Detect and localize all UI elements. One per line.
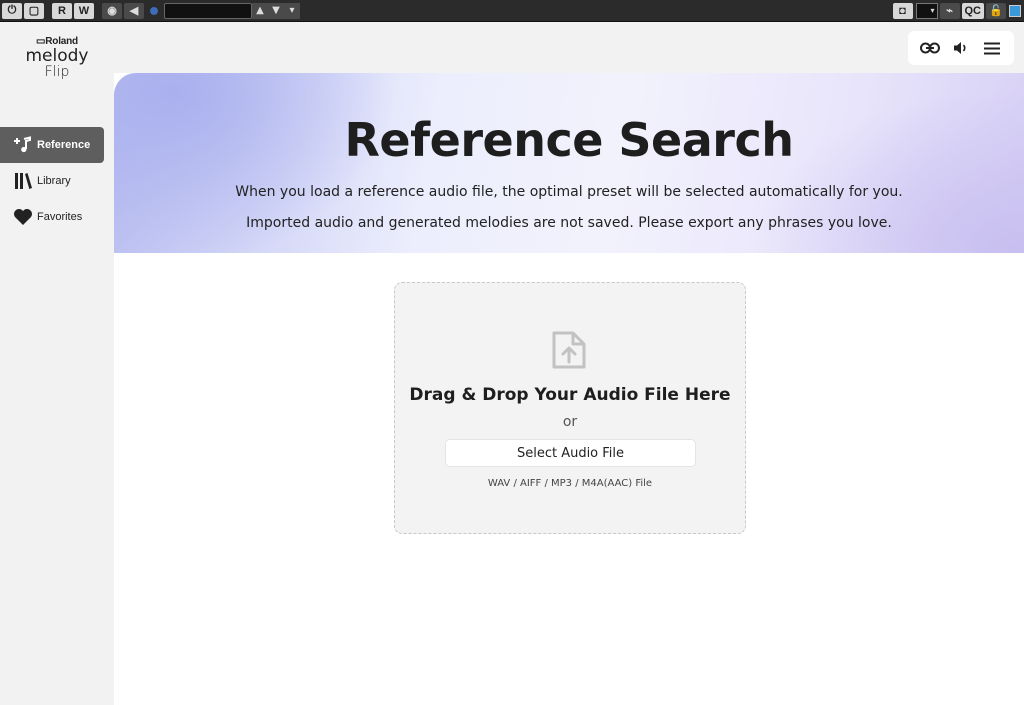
volume-icon[interactable]: [948, 35, 974, 61]
top-toolbar: [908, 31, 1014, 65]
sidebar-item-label: Library: [37, 175, 71, 187]
sidechain-icon[interactable]: ⌁: [939, 2, 960, 19]
camera-icon[interactable]: ◘: [892, 2, 913, 19]
preset-bypass-icon[interactable]: ▢: [24, 2, 44, 19]
host-toolbar-right: ◘ ▾ ⌁ QC 🔓: [891, 2, 1024, 19]
page-title: Reference Search: [344, 113, 794, 167]
write-automation-button[interactable]: W: [74, 2, 94, 19]
preset-up-icon[interactable]: ▲: [252, 2, 268, 19]
compare-icon[interactable]: ◉: [102, 2, 122, 19]
sidebar-item-favorites[interactable]: Favorites: [0, 199, 114, 235]
sidebar-nav: Reference Library Favorites: [0, 127, 114, 235]
hero-description-1: When you load a reference audio file, th…: [235, 184, 903, 200]
dropzone-title: Drag & Drop Your Audio File Here: [409, 385, 731, 405]
dropzone-or-text: or: [562, 414, 578, 430]
lock-icon[interactable]: 🔓: [986, 2, 1006, 19]
supported-formats-text: WAV / AIFF / MP3 / M4A(AAC) File: [487, 478, 653, 489]
app-logo: ▭Roland melody Flip: [12, 33, 102, 93]
hero-description-2: Imported audio and generated melodies ar…: [246, 215, 892, 231]
preset-name-field[interactable]: [164, 2, 252, 19]
file-upload-icon: [551, 330, 591, 372]
back-arrow-icon[interactable]: ◀: [124, 2, 144, 19]
music-note-plus-icon: [13, 136, 33, 154]
sidebar: ▭Roland melody Flip Reference Library Fa…: [0, 23, 114, 705]
logo-product-line2: Flip: [44, 64, 70, 80]
input-select[interactable]: ▾: [915, 2, 938, 19]
preset-down-icon[interactable]: ▼: [268, 2, 284, 19]
sidebar-item-label: Favorites: [37, 211, 83, 223]
power-icon[interactable]: ⏻: [2, 2, 22, 19]
link-icon[interactable]: [917, 35, 943, 61]
library-books-icon: [13, 172, 33, 190]
select-audio-file-button[interactable]: Select Audio File: [445, 439, 696, 467]
preset-menu-icon[interactable]: ▾: [284, 2, 300, 19]
power-state-icon[interactable]: [1009, 4, 1021, 17]
hamburger-menu-icon[interactable]: [979, 35, 1005, 61]
host-toolbar: ⏻ ▢ R W ◉ ◀ ▲ ▼ ▾ ◘ ▾ ⌁ QC 🔓: [0, 0, 1024, 22]
hero-banner: Reference Search When you load a referen…: [114, 73, 1024, 253]
sidebar-item-library[interactable]: Library: [0, 163, 114, 199]
heart-icon: [13, 208, 33, 226]
read-automation-button[interactable]: R: [52, 2, 72, 19]
qc-button[interactable]: QC: [961, 2, 984, 19]
sidebar-item-reference[interactable]: Reference: [0, 127, 104, 163]
status-dot-icon: [150, 6, 158, 15]
audio-dropzone[interactable]: Drag & Drop Your Audio File Here or Sele…: [394, 282, 746, 534]
sidebar-item-label: Reference: [37, 139, 91, 151]
top-strip: [114, 23, 1024, 73]
main-panel: Reference Search When you load a referen…: [114, 23, 1024, 705]
logo-product-line1: melody: [25, 46, 89, 66]
